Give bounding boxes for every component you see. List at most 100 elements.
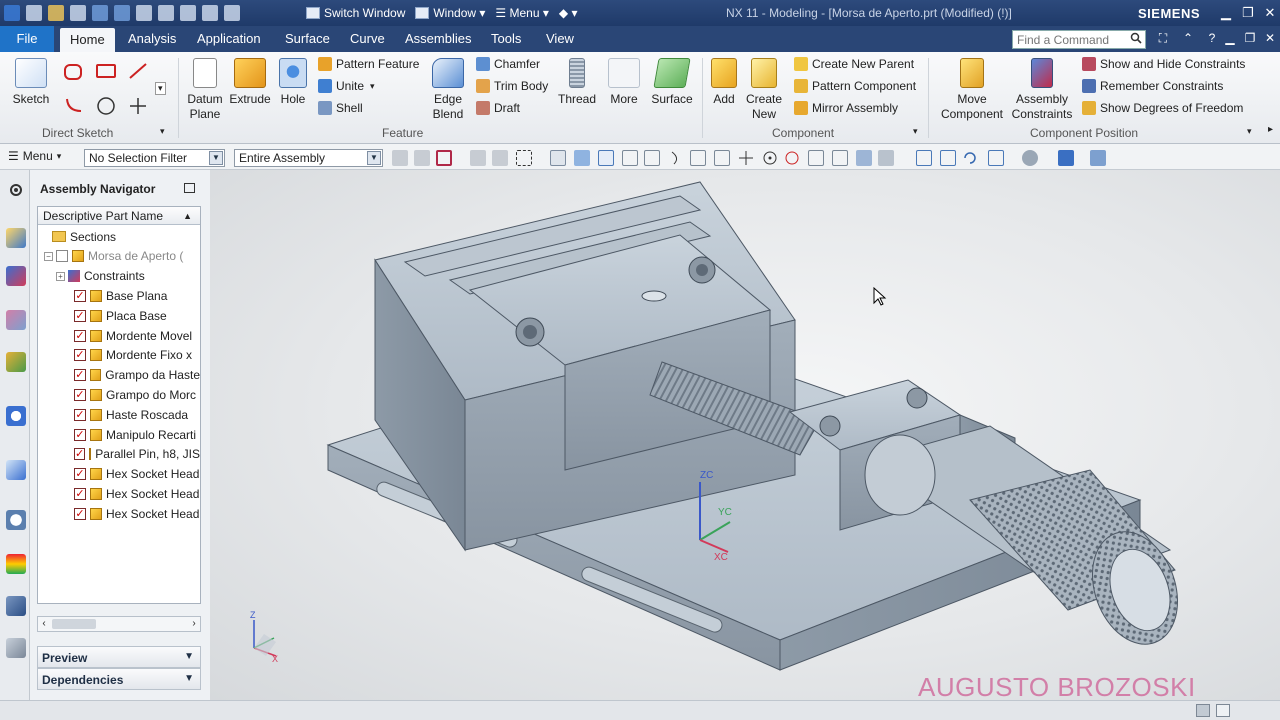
clock-icon[interactable] bbox=[6, 510, 26, 530]
snap-point-icon[interactable] bbox=[436, 150, 452, 166]
vise-assembly-model[interactable] bbox=[210, 170, 1280, 700]
edge-blend-button[interactable]: Edge Blend bbox=[424, 58, 472, 122]
web-browser-icon[interactable] bbox=[6, 406, 26, 426]
thread-button[interactable]: Thread bbox=[556, 58, 598, 107]
create-new-button[interactable]: Create New bbox=[744, 58, 784, 122]
trim-body-button[interactable]: Trim Body bbox=[476, 79, 548, 93]
scroll-thumb[interactable] bbox=[52, 619, 96, 629]
menu-button[interactable]: ☰ Menu ▾ bbox=[495, 6, 548, 20]
sketch-gallery-more[interactable]: ▾ bbox=[155, 82, 166, 95]
window-menu-button[interactable]: Window ▾ bbox=[415, 6, 485, 20]
restore-button[interactable]: ❐ bbox=[1240, 5, 1256, 21]
tab-view[interactable]: View bbox=[536, 26, 584, 52]
touch-mode-icon[interactable] bbox=[224, 5, 240, 21]
show-hide-constraints-button[interactable]: Show and Hide Constraints bbox=[1082, 57, 1245, 71]
visibility-checkbox[interactable]: ✓ bbox=[74, 448, 86, 461]
visibility-checkbox[interactable]: ✓ bbox=[74, 309, 86, 322]
snap-point-on-curve-icon[interactable] bbox=[832, 150, 848, 166]
mirror-assembly-button[interactable]: Mirror Assembly bbox=[794, 101, 898, 115]
help-icon[interactable]: ? bbox=[1204, 31, 1220, 47]
horizontal-scrollbar[interactable]: ‹ › bbox=[37, 616, 201, 632]
direct-sketch-group-menu[interactable]: ▾ bbox=[160, 126, 165, 137]
show-dof-button[interactable]: Show Degrees of Freedom bbox=[1082, 101, 1243, 115]
rendering-style-icon[interactable] bbox=[1022, 150, 1038, 166]
arc-tool[interactable] bbox=[64, 96, 84, 114]
visibility-checkbox[interactable] bbox=[56, 250, 68, 263]
snap-center-icon[interactable] bbox=[762, 150, 778, 166]
create-new-parent-button[interactable]: Create New Parent bbox=[794, 57, 914, 71]
tree-item[interactable]: − Morsa de Aperto ( bbox=[38, 247, 200, 266]
visibility-checkbox[interactable]: ✓ bbox=[74, 507, 86, 520]
snap-tangent-icon[interactable] bbox=[784, 150, 800, 166]
save-icon[interactable] bbox=[70, 5, 86, 21]
collapse-ribbon-icon[interactable]: ⌃ bbox=[1180, 31, 1196, 47]
dependencies-panel-header[interactable]: Dependencies ▼ bbox=[37, 668, 201, 690]
doc-minimize-icon[interactable]: ▁ bbox=[1222, 31, 1238, 47]
minimize-button[interactable]: ▁ bbox=[1218, 5, 1234, 21]
tree-item[interactable]: ✓ Hex Socket Head bbox=[38, 504, 200, 523]
doc-close-icon[interactable]: ✕ bbox=[1262, 31, 1278, 47]
move-component-button[interactable]: Move Component bbox=[936, 58, 1008, 122]
scroll-left-icon[interactable]: ‹ bbox=[38, 617, 50, 631]
select-edges-icon[interactable] bbox=[492, 150, 508, 166]
visibility-checkbox[interactable]: ✓ bbox=[74, 388, 86, 401]
line-tool[interactable] bbox=[128, 62, 148, 80]
unite-button[interactable]: Unite ▾ bbox=[318, 79, 375, 93]
remember-constraints-button[interactable]: Remember Constraints bbox=[1082, 79, 1223, 93]
settings-icon[interactable] bbox=[6, 638, 26, 658]
pattern-feature-button[interactable]: Pattern Feature bbox=[318, 57, 419, 71]
tree-item[interactable]: ✓ Mordente Fixo x bbox=[38, 346, 200, 365]
tree-item[interactable]: ✓ Mordente Movel bbox=[38, 326, 200, 345]
box-select-icon[interactable] bbox=[516, 150, 532, 166]
snap-bounded-grid-icon[interactable] bbox=[878, 150, 894, 166]
reuse-library-icon[interactable] bbox=[6, 352, 26, 372]
select-curve-icon[interactable] bbox=[598, 150, 614, 166]
shell-button[interactable]: Shell bbox=[318, 101, 363, 115]
snap-point-on-face-icon[interactable] bbox=[856, 150, 872, 166]
component-group-menu[interactable]: ▾ bbox=[913, 126, 918, 137]
circle-tool[interactable] bbox=[96, 96, 116, 116]
switch-window-button[interactable]: Switch Window bbox=[306, 6, 405, 20]
visibility-checkbox[interactable]: ✓ bbox=[74, 487, 86, 500]
visibility-checkbox[interactable]: ✓ bbox=[74, 408, 86, 421]
scroll-right-icon[interactable]: › bbox=[188, 617, 200, 631]
top-menu-button[interactable]: ☰ Menu ▾ bbox=[8, 149, 61, 163]
tree-item[interactable]: ✓ Haste Roscada bbox=[38, 405, 200, 424]
pattern-component-button[interactable]: Pattern Component bbox=[794, 79, 916, 93]
visibility-checkbox[interactable]: ✓ bbox=[74, 349, 86, 362]
draft-button[interactable]: Draft bbox=[476, 101, 520, 115]
close-button[interactable]: ✕ bbox=[1262, 5, 1278, 21]
chamfer-button[interactable]: Chamfer bbox=[476, 57, 540, 71]
redo-icon[interactable] bbox=[114, 5, 130, 21]
tree-item[interactable]: ✓ Hex Socket Head bbox=[38, 465, 200, 484]
doc-restore-icon[interactable]: ❐ bbox=[1242, 31, 1258, 47]
tab-assemblies[interactable]: Assemblies bbox=[395, 26, 481, 52]
maximize-panel-icon[interactable] bbox=[184, 183, 195, 193]
tab-home[interactable]: Home bbox=[60, 28, 115, 52]
fit-view-icon[interactable] bbox=[916, 150, 932, 166]
select-faces-icon[interactable] bbox=[470, 150, 486, 166]
tab-curve[interactable]: Curve bbox=[340, 26, 395, 52]
column-header[interactable]: Descriptive Part Name ▲ bbox=[38, 207, 200, 225]
new-file-icon[interactable] bbox=[26, 5, 42, 21]
general-selection-icon[interactable] bbox=[392, 150, 408, 166]
fit-window-icon[interactable]: ⛶ bbox=[1155, 31, 1171, 47]
paste-icon[interactable] bbox=[180, 5, 196, 21]
visibility-checkbox[interactable]: ✓ bbox=[74, 428, 86, 441]
selection-scope-dropdown[interactable]: Entire Assembly ▼ bbox=[234, 149, 383, 167]
rectangle-tool[interactable] bbox=[96, 64, 120, 78]
tools-icon[interactable] bbox=[6, 596, 26, 616]
snap-existing-point-icon[interactable] bbox=[808, 150, 824, 166]
visibility-checkbox[interactable]: ✓ bbox=[74, 468, 86, 481]
tree-item[interactable]: ✓ Hex Socket Head bbox=[38, 484, 200, 503]
visibility-checkbox[interactable]: ✓ bbox=[74, 369, 86, 382]
snap-arc-center-icon[interactable] bbox=[714, 150, 730, 166]
copy-icon[interactable] bbox=[158, 5, 174, 21]
gear-icon[interactable] bbox=[6, 180, 26, 200]
point-tool[interactable] bbox=[128, 96, 148, 116]
extrude-button[interactable]: Extrude bbox=[228, 58, 272, 107]
part-navigator-icon[interactable] bbox=[6, 228, 26, 248]
snap-control-point-icon[interactable] bbox=[668, 150, 684, 166]
select-body-icon[interactable] bbox=[550, 150, 566, 166]
tree-item[interactable]: ✓ Manipulo Recarti bbox=[38, 425, 200, 444]
